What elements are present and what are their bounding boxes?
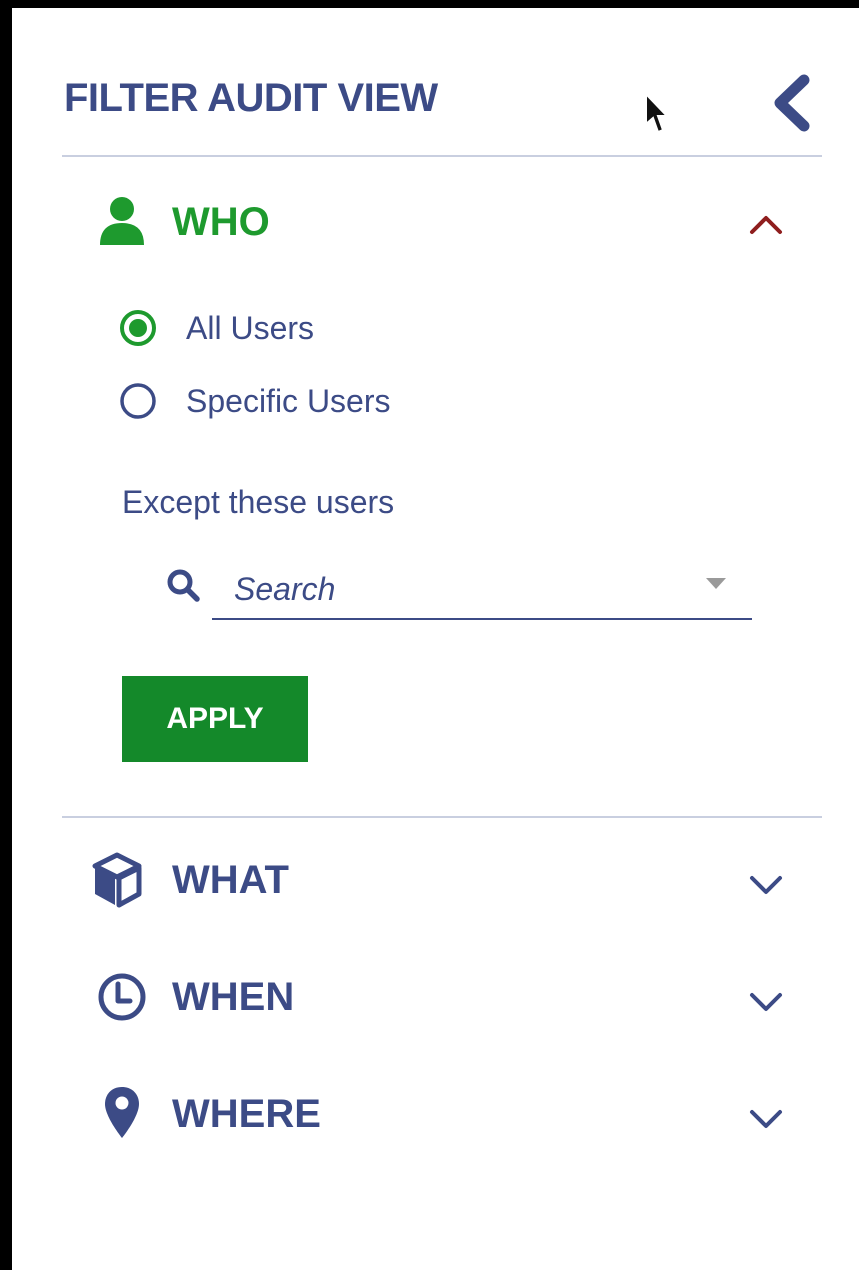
- mouse-cursor-icon: [645, 92, 670, 134]
- who-divider: [62, 816, 822, 818]
- search-icon: [167, 569, 200, 602]
- chevron-down-icon: [750, 1110, 782, 1128]
- filter-panel: FILTER AUDIT VIEW WHO All Users Specific…: [12, 8, 859, 1270]
- section-where-title: WHERE: [172, 1092, 321, 1136]
- chevron-down-icon: [750, 993, 782, 1011]
- header-divider: [62, 155, 822, 157]
- except-users-label: Except these users: [122, 484, 395, 520]
- dropdown-arrow-icon[interactable]: [706, 578, 726, 590]
- section-where-header[interactable]: WHERE: [62, 1080, 822, 1150]
- panel-title: FILTER AUDIT VIEW: [64, 76, 438, 120]
- clock-icon: [98, 973, 146, 1021]
- section-who-title: WHO: [172, 200, 270, 244]
- radio-selected-icon: [120, 310, 156, 346]
- radio-all-users-label: All Users: [186, 310, 315, 346]
- collapse-panel-button[interactable]: [768, 70, 818, 136]
- section-when-title: WHEN: [172, 975, 295, 1019]
- cube-icon: [92, 852, 142, 908]
- section-what-header[interactable]: WHAT: [62, 846, 822, 916]
- radio-unselected-icon: [120, 383, 156, 419]
- chevron-down-icon: [750, 876, 782, 894]
- except-users-search[interactable]: [167, 562, 752, 620]
- map-pin-icon: [105, 1087, 139, 1138]
- chevron-up-icon: [750, 216, 782, 234]
- section-what-title: WHAT: [172, 858, 289, 902]
- search-input[interactable]: [232, 562, 696, 616]
- apply-button[interactable]: APPLY: [122, 676, 308, 762]
- section-when-header[interactable]: WHEN: [62, 963, 822, 1033]
- chevron-left-icon: [774, 74, 810, 132]
- section-who-header[interactable]: WHO: [62, 188, 822, 258]
- radio-specific-users-label: Specific Users: [186, 383, 391, 419]
- user-icon: [100, 197, 144, 245]
